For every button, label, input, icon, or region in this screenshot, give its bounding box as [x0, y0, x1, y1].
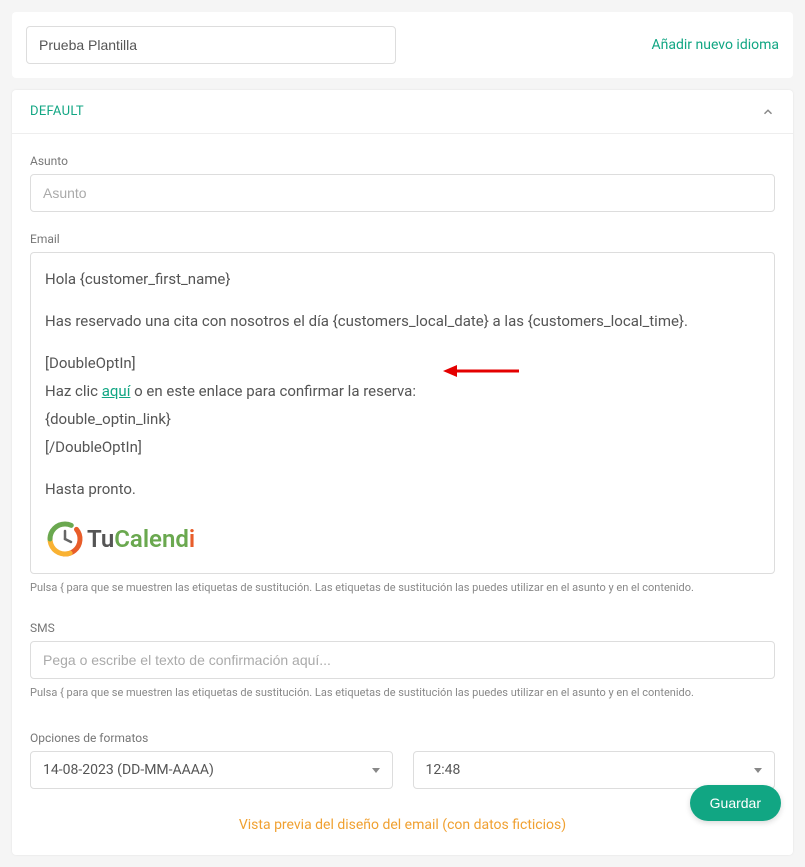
- panel-title: DEFAULT: [30, 104, 84, 119]
- chevron-up-icon: [761, 105, 775, 119]
- subject-label: Asunto: [30, 154, 775, 168]
- email-body-editor[interactable]: Hola {customer_first_name} Has reservado…: [30, 252, 775, 574]
- time-format-value: 12:48: [426, 762, 461, 778]
- email-help-text: Pulsa { para que se muestren las etiquet…: [30, 580, 775, 597]
- brand-logo: TuCalendi: [45, 519, 760, 559]
- email-line-reservation: Has reservado una cita con nosotros el d…: [45, 309, 760, 333]
- logo-text-calend: Calend: [114, 520, 189, 558]
- logo-text-i: i: [189, 520, 195, 558]
- panel-header[interactable]: DEFAULT: [12, 90, 793, 134]
- panel-body: Asunto Email Hola {customer_first_name} …: [12, 134, 793, 855]
- sms-label: SMS: [30, 621, 775, 635]
- caret-down-icon: [372, 768, 380, 773]
- email-click-suffix: o en este enlace para confirmar la reser…: [130, 382, 416, 400]
- date-format-value: 14-08-2023 (DD-MM-AAAA): [43, 762, 214, 778]
- sms-input[interactable]: [30, 641, 775, 679]
- default-language-panel: DEFAULT Asunto Email Hola {customer_firs…: [12, 90, 793, 855]
- email-doubleoptin-close: [/DoubleOptIn]: [45, 435, 760, 459]
- add-language-link[interactable]: Añadir nuevo idioma: [652, 37, 780, 53]
- formats-label: Opciones de formatos: [30, 731, 775, 745]
- logo-text-tu: Tu: [87, 520, 114, 558]
- caret-down-icon: [754, 768, 762, 773]
- email-click-line: Haz clic aquí o en este enlace para conf…: [45, 379, 760, 403]
- time-format-select[interactable]: 12:48: [413, 751, 776, 789]
- clock-icon: [45, 519, 85, 559]
- email-doubleoptin-open: [DoubleOptIn]: [45, 351, 760, 375]
- email-click-prefix: Haz clic: [45, 382, 102, 400]
- save-button[interactable]: Guardar: [690, 785, 781, 821]
- preview-email-link[interactable]: Vista previa del diseño del email (con d…: [30, 817, 775, 833]
- email-confirm-link[interactable]: aquí: [102, 382, 131, 400]
- email-farewell: Hasta pronto.: [45, 477, 760, 501]
- date-format-select[interactable]: 14-08-2023 (DD-MM-AAAA): [30, 751, 393, 789]
- template-header-row: Añadir nuevo idioma: [12, 12, 793, 78]
- email-line-greeting: Hola {customer_first_name}: [45, 267, 760, 291]
- subject-input[interactable]: [30, 174, 775, 212]
- template-name-input[interactable]: [26, 26, 396, 64]
- email-label: Email: [30, 232, 775, 246]
- email-optin-token: {double_optin_link}: [45, 407, 760, 431]
- sms-help-text: Pulsa { para que se muestren las etiquet…: [30, 685, 775, 702]
